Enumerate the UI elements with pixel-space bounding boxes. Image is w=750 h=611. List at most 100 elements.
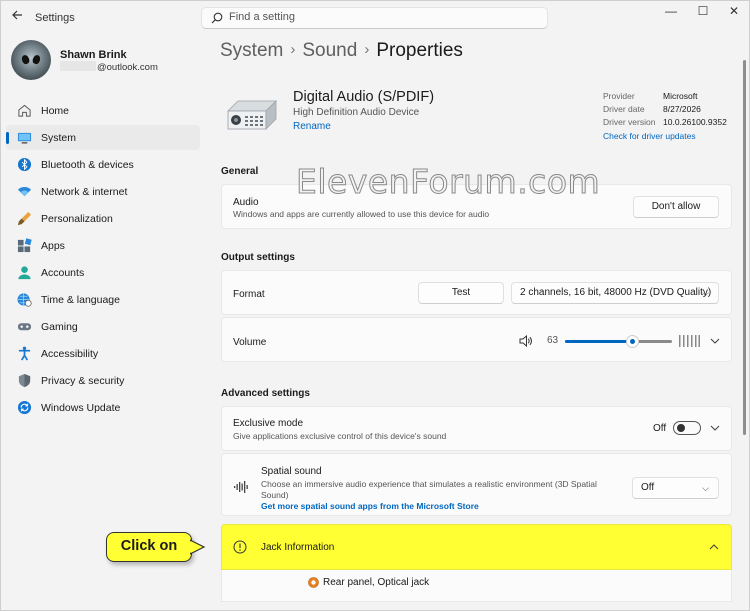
provider-value: Microsoft — [663, 91, 698, 101]
format-select-value: 2 channels, 16 bit, 48000 Hz (DVD Qualit… — [520, 287, 712, 298]
driver-version-label: Driver version — [603, 117, 656, 127]
dont-allow-button[interactable]: Don't allow — [633, 196, 719, 218]
breadcrumb-sound[interactable]: Sound — [302, 40, 357, 61]
watermark: ElevenForum.com — [295, 162, 601, 202]
sidebar-item-label: Home — [41, 105, 70, 117]
advanced-section-title: Advanced settings — [221, 388, 310, 399]
sidebar-item-windows-update[interactable]: Windows Update — [6, 395, 200, 420]
system-icon — [17, 132, 32, 144]
sidebar-item-label: Network & internet — [41, 186, 128, 198]
general-section-title: General — [221, 166, 259, 177]
sidebar-item-label: Gaming — [41, 321, 78, 333]
exclusive-mode-description: Give applications exclusive control of t… — [233, 431, 447, 441]
jack-color-dot-icon — [308, 577, 319, 588]
rename-link[interactable]: Rename — [293, 121, 331, 132]
callout-arrow-icon — [190, 539, 206, 555]
exclusive-mode-toggle[interactable] — [673, 421, 701, 435]
sidebar-item-label: Personalization — [41, 213, 113, 225]
spatial-sound-description-2: Sound) — [261, 490, 289, 500]
device-subtitle: High Definition Audio Device — [293, 107, 420, 118]
home-icon — [18, 104, 31, 117]
search-icon — [211, 12, 223, 24]
search-input[interactable] — [229, 11, 529, 23]
sidebar-item-bluetooth[interactable]: Bluetooth & devices — [6, 152, 200, 177]
privacy-shield-icon — [18, 373, 31, 388]
format-select[interactable]: 2 channels, 16 bit, 48000 Hz (DVD Qualit… — [511, 282, 719, 304]
format-label: Format — [233, 289, 265, 300]
breadcrumb: System › Sound › Properties — [220, 40, 463, 62]
breadcrumb-system[interactable]: System — [220, 40, 283, 61]
sidebar-item-personalization[interactable]: Personalization — [6, 206, 200, 231]
sidebar-item-accounts[interactable]: Accounts — [6, 260, 200, 285]
format-card: Format Test 2 channels, 16 bit, 48000 Hz… — [221, 270, 732, 315]
spatial-sound-select[interactable]: Off ⌵ — [632, 477, 719, 499]
speaker-icon[interactable] — [519, 335, 532, 347]
audio-title: Audio — [233, 197, 259, 208]
sidebar-item-label: System — [41, 132, 77, 144]
page-title: Properties — [376, 40, 463, 61]
info-icon — [233, 540, 247, 554]
sidebar-item-network[interactable]: Network & internet — [6, 179, 200, 204]
maximize-button[interactable]: ☐ — [688, 2, 718, 22]
jack-information-row[interactable]: Jack Information — [221, 524, 732, 570]
chevron-down-icon: ⌵ — [702, 288, 709, 298]
jack-information-title: Jack Information — [261, 542, 335, 553]
jack-detail-text: Rear panel, Optical jack — [323, 577, 430, 588]
volume-slider[interactable] — [565, 335, 672, 348]
scrollbar[interactable] — [743, 60, 746, 435]
network-icon — [17, 186, 32, 197]
toggle-knob — [677, 424, 685, 432]
spatial-sound-card: Spatial sound Choose an immersive audio … — [221, 453, 732, 516]
jack-information-details: Rear panel, Optical jack — [221, 570, 732, 602]
chevron-down-icon[interactable] — [708, 421, 722, 435]
exclusive-mode-card: Exclusive mode Give applications exclusi… — [221, 406, 732, 451]
spatial-sound-store-link[interactable]: Get more spatial sound apps from the Mic… — [261, 501, 479, 511]
sidebar-item-gaming[interactable]: Gaming — [6, 314, 200, 339]
personalization-icon — [17, 211, 32, 226]
breadcrumb-separator: › — [290, 41, 296, 58]
spatial-sound-icon — [234, 481, 248, 493]
bluetooth-icon — [17, 157, 32, 172]
back-arrow-icon[interactable] — [8, 9, 26, 25]
chevron-down-icon[interactable] — [708, 334, 722, 348]
chevron-down-icon: ⌵ — [702, 483, 709, 493]
user-email: @outlook.com — [60, 61, 158, 73]
sidebar-item-label: Time & language — [41, 294, 120, 306]
output-section-title: Output settings — [221, 252, 295, 263]
driver-date-value: 8/27/2026 — [663, 104, 701, 114]
spatial-sound-title: Spatial sound — [261, 466, 322, 477]
title-bar: Settings — ☐ ✕ — [0, 0, 750, 34]
close-button[interactable]: ✕ — [719, 2, 749, 22]
spatial-sound-description: Choose an immersive audio experience tha… — [261, 479, 597, 489]
user-name: Shawn Brink — [60, 49, 127, 61]
audio-description: Windows and apps are currently allowed t… — [233, 209, 490, 219]
accounts-icon — [18, 266, 31, 280]
chevron-up-icon[interactable] — [707, 540, 721, 554]
user-email-domain: @outlook.com — [97, 62, 158, 73]
sidebar-item-home[interactable]: Home — [6, 98, 200, 123]
level-meter-icon — [679, 335, 700, 347]
windows-update-icon — [17, 400, 32, 415]
sidebar-item-accessibility[interactable]: Accessibility — [6, 341, 200, 366]
app-title: Settings — [35, 12, 75, 24]
sidebar-item-privacy-security[interactable]: Privacy & security — [6, 368, 200, 393]
exclusive-mode-title: Exclusive mode — [233, 418, 304, 429]
gaming-icon — [17, 323, 32, 331]
driver-date-label: Driver date — [603, 104, 645, 114]
test-button[interactable]: Test — [418, 282, 504, 304]
sidebar-item-label: Windows Update — [41, 402, 121, 414]
user-profile[interactable]: Shawn Brink @outlook.com — [11, 40, 201, 84]
sidebar-item-time-language[interactable]: Time & language — [6, 287, 200, 312]
exclusive-mode-state: Off — [653, 423, 667, 434]
provider-label: Provider — [603, 91, 635, 101]
sidebar-item-apps[interactable]: Apps — [6, 233, 200, 258]
search-box[interactable] — [201, 7, 548, 29]
audio-device-icon — [227, 100, 277, 130]
time-language-icon — [17, 293, 32, 307]
sidebar-item-label: Apps — [41, 240, 65, 252]
sidebar-item-system[interactable]: System — [6, 125, 200, 150]
minimize-button[interactable]: — — [656, 2, 686, 22]
spatial-sound-select-value: Off — [641, 482, 655, 493]
sidebar-item-label: Bluetooth & devices — [41, 159, 134, 171]
check-driver-updates-link[interactable]: Check for driver updates — [603, 131, 696, 141]
